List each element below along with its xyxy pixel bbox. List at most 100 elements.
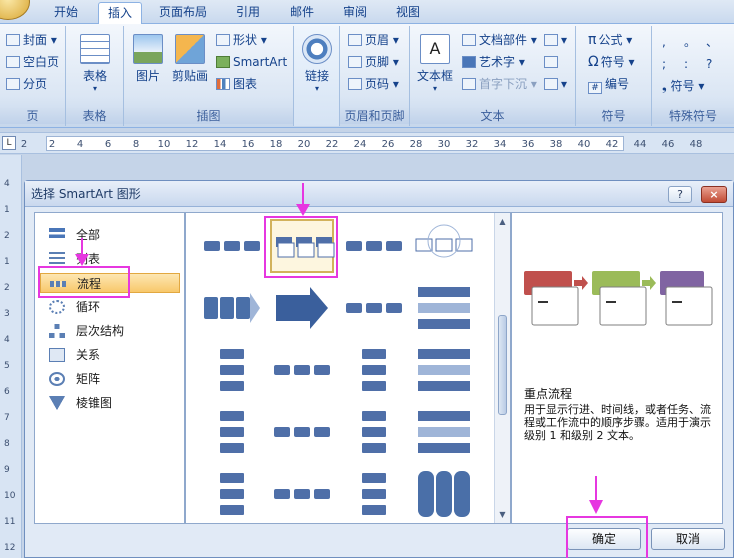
tab-review[interactable]: 审阅 (333, 2, 377, 24)
group-label-special-symbols: 特殊符号 (652, 108, 734, 124)
layout-stacked-chevrons[interactable] (342, 343, 406, 397)
preview-bullet-3 (672, 301, 682, 303)
layout-circle-process[interactable] (412, 219, 476, 273)
layout-thumbnail-icon (415, 224, 473, 258)
special-semicolon[interactable]: ; (662, 56, 666, 72)
horizontal-ruler[interactable]: L 2 2 4 6 8 10 12 14 16 18 20 22 24 26 28 30 32 34 36 38 40 4… (0, 132, 734, 154)
layout-shape (436, 471, 452, 517)
text-box-button[interactable]: A 文本框 ▾ (414, 34, 456, 93)
equation-button[interactable]: π 公式 ▾ (588, 32, 632, 48)
tab-insert[interactable]: 插入 (98, 2, 142, 24)
tab-stop-selector[interactable]: L (2, 136, 16, 150)
picture-button[interactable]: 图片 (130, 34, 166, 84)
footer-button[interactable]: 页脚 ▾ (348, 54, 399, 70)
drop-cap-label: 首字下沉 (479, 77, 528, 91)
clip-art-button[interactable]: 剪贴画 (170, 34, 210, 84)
tab-view[interactable]: 视图 (386, 2, 430, 24)
table-button[interactable]: 表格 ▾ (76, 34, 114, 93)
ruler-tick-label: 28 (409, 139, 423, 150)
highlight-selected-layout (264, 216, 338, 278)
links-button[interactable]: 链接 ▾ (300, 34, 334, 93)
layout-shape (314, 427, 330, 437)
cover-page-button[interactable]: 封面 ▾ (6, 32, 57, 48)
layout-cross-process[interactable] (270, 467, 334, 521)
layout-shape (435, 238, 453, 252)
layout-rounded-columns[interactable] (412, 467, 476, 521)
date-time-button[interactable] (544, 54, 561, 70)
layout-shape (204, 241, 220, 251)
category-pyramid[interactable]: 棱锥图 (40, 393, 180, 413)
special-enumeration-comma[interactable]: 、 (706, 34, 718, 50)
layout-shape (346, 303, 362, 313)
special-question[interactable]: ? (706, 56, 712, 72)
layout-boxes-small[interactable] (200, 219, 264, 273)
layout-big-arrow[interactable] (270, 281, 334, 335)
special-comma[interactable]: , (662, 34, 666, 50)
category-hierarchy[interactable]: 层次结构 (40, 321, 180, 341)
smartart-button[interactable]: SmartArt (216, 54, 287, 70)
blank-page-button[interactable]: 空白页 (6, 54, 59, 70)
layout-shape (418, 443, 470, 453)
symbol-button[interactable]: Ω 符号 ▾ (588, 54, 635, 70)
preview-bullet-2 (606, 301, 616, 303)
layout-chevron-blocks[interactable] (200, 281, 264, 335)
object-button[interactable]: ▾ (544, 76, 567, 92)
category-label: 循环 (76, 300, 101, 314)
layout-shape (274, 427, 290, 437)
layout-vertical-boxes[interactable] (200, 405, 264, 459)
layout-stair-blocks[interactable] (342, 219, 406, 273)
category-all[interactable]: 全部 (40, 225, 180, 245)
tab-home[interactable]: 开始 (44, 2, 88, 24)
picture-icon (133, 34, 163, 64)
tab-mailings[interactable]: 邮件 (280, 2, 324, 24)
category-matrix[interactable]: 矩阵 (40, 369, 180, 389)
signature-line-button[interactable]: ▾ (544, 32, 567, 48)
layout-step-boxes[interactable] (270, 405, 334, 459)
layout-thumbnail-icon (274, 365, 330, 375)
special-colon[interactable]: : (684, 56, 688, 72)
layout-dot-line[interactable] (342, 281, 406, 335)
tab-page-layout[interactable]: 页面布局 (150, 2, 216, 24)
wordart-button[interactable]: 艺术字 ▾ (462, 54, 525, 70)
layout-thumbnail-icon (204, 241, 260, 251)
cover-page-label: 封面 (23, 33, 48, 47)
gallery-scrollbar[interactable]: ▲ ▼ (494, 213, 510, 523)
scroll-up-icon[interactable]: ▲ (497, 216, 508, 227)
layout-bar-row[interactable] (270, 343, 334, 397)
header-button[interactable]: 页眉 ▾ (348, 32, 399, 48)
help-button[interactable]: ? (668, 186, 692, 203)
category-cycle[interactable]: 循环 (40, 297, 180, 317)
layout-chevron-row[interactable] (200, 343, 264, 397)
layout-grid-process[interactable] (342, 405, 406, 459)
layout-shape (220, 411, 244, 421)
category-label: 全部 (76, 228, 101, 242)
page-number-button[interactable]: 页码 ▾ (348, 76, 399, 92)
layout-banded-list[interactable] (412, 405, 476, 459)
layout-zigzag[interactable] (200, 467, 264, 521)
clip-art-label: 剪贴画 (171, 69, 208, 83)
tab-references[interactable]: 引用 (224, 2, 272, 24)
special-symbol-button[interactable]: ❟ 符号 ▾ (662, 78, 704, 94)
layout-arrow-dots[interactable] (412, 281, 476, 335)
page-number-icon (348, 78, 362, 90)
scroll-thumb[interactable] (498, 315, 507, 415)
quick-parts-button[interactable]: 文档部件 ▾ (462, 32, 537, 48)
chart-button[interactable]: 图表 (216, 76, 257, 92)
special-period[interactable]: 。 (684, 34, 696, 50)
close-button[interactable]: × (701, 186, 727, 203)
category-relationship[interactable]: 关系 (40, 345, 180, 365)
scroll-down-icon[interactable]: ▼ (497, 509, 508, 520)
layout-vertical-chevron-list[interactable] (412, 343, 476, 397)
drop-cap-icon (462, 78, 476, 90)
smartart-icon (216, 56, 230, 68)
vertical-ruler[interactable]: 4 1 2 1 2 3 4 5 6 7 8 9 10 11 12 (0, 155, 22, 558)
numbering-button[interactable]: # 编号 (588, 76, 629, 94)
drop-cap-button[interactable]: 首字下沉 ▾ (462, 76, 537, 92)
table-icon (80, 34, 110, 64)
office-button[interactable] (0, 0, 30, 20)
cancel-button[interactable]: 取消 (651, 528, 725, 550)
layout-grid-boxes[interactable] (342, 467, 406, 521)
shapes-button[interactable]: 形状 ▾ (216, 32, 267, 48)
page-break-button[interactable]: 分页 (6, 76, 47, 92)
category-label: 层次结构 (76, 324, 125, 338)
